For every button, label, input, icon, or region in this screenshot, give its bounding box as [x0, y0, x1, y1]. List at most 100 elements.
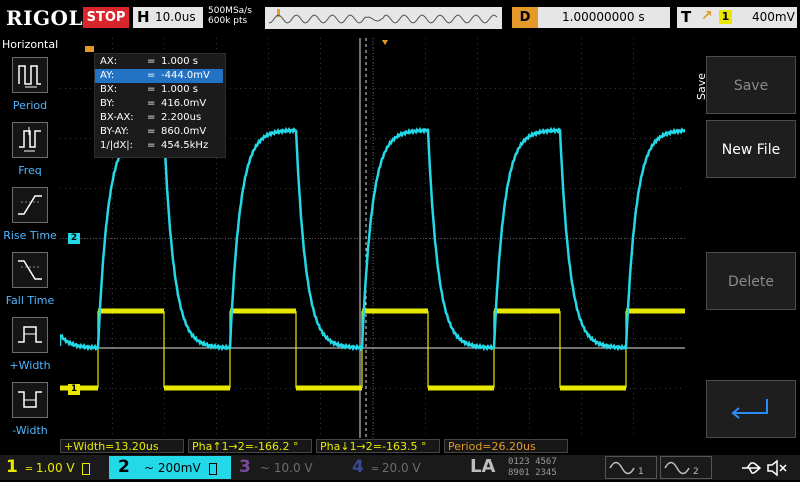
source-1-status[interactable]: 1: [605, 456, 657, 479]
sine-wave-icon: 2: [664, 461, 699, 477]
channel-2-offset-marker[interactable]: 2: [68, 233, 80, 244]
return-button[interactable]: [706, 380, 796, 438]
delete-button[interactable]: Delete: [706, 252, 796, 310]
acquisition-info: 500MSa/s 600k pts: [208, 6, 252, 26]
cursor-row-ax: AX: = 1.000 s: [95, 55, 223, 69]
bandwidth-icon: [82, 462, 91, 475]
measurement-phase-rise[interactable]: Pha↑1→2=-166.2 °: [188, 439, 312, 453]
cursor-value: -444.0mV: [161, 70, 210, 81]
channel-4-scale: 20.0 V: [381, 461, 421, 475]
channel-2-number[interactable]: 2: [118, 455, 130, 479]
cursor-value: 1.000 s: [161, 84, 199, 95]
channel-2-scale: 200mV: [157, 461, 201, 475]
memory-overview-waveform: [265, 7, 502, 29]
cursor-eq: =: [147, 70, 156, 81]
speaker-mute-icon[interactable]: [766, 458, 788, 478]
cursor-row-by: BY: = 416.0mV: [95, 97, 223, 111]
cursor-value: 2.200us: [161, 112, 202, 123]
dc-coupling-icon: ═: [26, 464, 33, 475]
cursor-key: BY-AY:: [100, 126, 129, 137]
trigger-position-marker: [382, 40, 388, 45]
channel-3-status[interactable]: ~ 10.0 V: [260, 457, 344, 479]
channel-1-status[interactable]: ═ 1.00 V: [26, 457, 104, 479]
menu-title: Horizontal: [2, 38, 59, 51]
delay-value: 1.00000000 s: [562, 10, 645, 24]
fall-time-icon: [12, 252, 48, 288]
channel-1-number[interactable]: 1: [6, 455, 18, 479]
channel-2-status[interactable]: ~ 200mV: [144, 457, 230, 479]
cursor-readout-panel: AX: = 1.000 s AY: = -444.0mV BX: = 1.000…: [94, 53, 226, 158]
dc-coupling-icon: ═: [372, 464, 379, 475]
ac-coupling-icon: ~: [260, 461, 271, 475]
cursor-key: BY:: [100, 98, 115, 109]
delay-box[interactable]: D 1.00000000 s: [512, 7, 670, 28]
menu-label-fall-time: Fall Time: [5, 294, 55, 307]
save-button[interactable]: Save: [706, 56, 796, 114]
menu-label-rise-time: Rise Time: [3, 229, 57, 242]
cursor-row-bx: BX: = 1.000 s: [95, 83, 223, 97]
cursor-row-bx-ax: BX-AX: = 2.200us: [95, 111, 223, 125]
cursor-row-by-ay: BY-AY: = 860.0mV: [95, 125, 223, 139]
measurement-positive-width[interactable]: +Width=13.20us: [60, 439, 184, 453]
cursor-key: BX:: [100, 84, 118, 95]
menu-label-negative-width: -Width: [12, 424, 48, 437]
cursor-eq: =: [147, 140, 156, 151]
ac-coupling-icon: ~: [144, 461, 155, 475]
channel-1-scale: 1.00 V: [35, 461, 75, 475]
measurement-period[interactable]: Period=26.20us: [444, 439, 568, 453]
timebase-label: H: [137, 8, 150, 26]
channel-4-status[interactable]: ═ 20.0 V: [372, 457, 456, 479]
cursor-key: AX:: [100, 56, 118, 67]
cursor-key: AY:: [100, 70, 115, 81]
cursor-eq: =: [147, 98, 156, 109]
bandwidth-icon: [208, 462, 217, 475]
sample-rate: 500MSa/s: [208, 6, 252, 16]
channel-1-offset-marker[interactable]: 1: [68, 384, 80, 395]
cursor-eq: =: [147, 56, 156, 67]
menu-label-freq: Freq: [18, 164, 42, 177]
rise-time-icon: [12, 187, 48, 223]
horizontal-position-marker: [85, 46, 94, 52]
run-stop-indicator[interactable]: STOP: [83, 7, 129, 28]
memory-overview-strip[interactable]: [265, 7, 502, 29]
cursor-value: 1.000 s: [161, 56, 199, 67]
trigger-box[interactable]: T ↗ 1 400mV: [677, 7, 797, 28]
cursor-eq: =: [147, 126, 156, 137]
timebase-value: 10.0us: [155, 10, 196, 24]
cursor-eq: =: [147, 112, 156, 123]
rising-edge-icon: ↗: [701, 8, 713, 24]
cursor-row-ay[interactable]: AY: = -444.0mV: [95, 69, 223, 83]
channel-3-number[interactable]: 3: [239, 455, 251, 479]
cursor-value: 860.0mV: [161, 126, 207, 137]
cursor-key: BX-AX:: [100, 112, 134, 123]
menu-label-positive-width: +Width: [9, 359, 51, 372]
la-bits-top: 0123 4567: [508, 457, 557, 467]
usb-icon: [740, 458, 762, 478]
new-file-button[interactable]: New File: [706, 120, 796, 178]
timebase-box[interactable]: H 10.0us: [133, 7, 203, 28]
sine-wave-icon: 1: [609, 461, 644, 477]
channel-4-number[interactable]: 4: [352, 455, 364, 479]
cursor-row-inverse-dx: 1/|dX|: = 454.5kHz: [95, 139, 223, 153]
return-arrow-icon: [731, 399, 768, 419]
svg-text:2: 2: [693, 467, 699, 477]
negative-width-icon: [12, 382, 48, 418]
measurement-phase-fall[interactable]: Pha↓1→2=-163.5 °: [316, 439, 440, 453]
rigol-logo: RIGOL: [6, 6, 84, 30]
freq-icon: [12, 122, 48, 158]
trigger-label: T: [681, 8, 692, 26]
menu-label-period: Period: [12, 99, 48, 112]
cursor-value: 416.0mV: [161, 98, 207, 109]
channel-1-edges: [97, 311, 627, 388]
delay-label: D: [512, 7, 538, 28]
logic-analyzer-label[interactable]: LA: [470, 455, 495, 479]
cursor-value: 454.5kHz: [161, 140, 209, 151]
source-2-status[interactable]: 2: [660, 456, 712, 479]
cursor-eq: =: [147, 84, 156, 95]
cursor-key: 1/|dX|:: [100, 140, 134, 151]
la-bits-bottom: 8901 2345: [508, 468, 557, 478]
logic-analyzer-bits: 0123 4567 8901 2345: [508, 457, 598, 479]
svg-text:1: 1: [638, 467, 644, 477]
channel-1-trace: [60, 308, 685, 391]
trigger-source: 1: [719, 10, 732, 24]
